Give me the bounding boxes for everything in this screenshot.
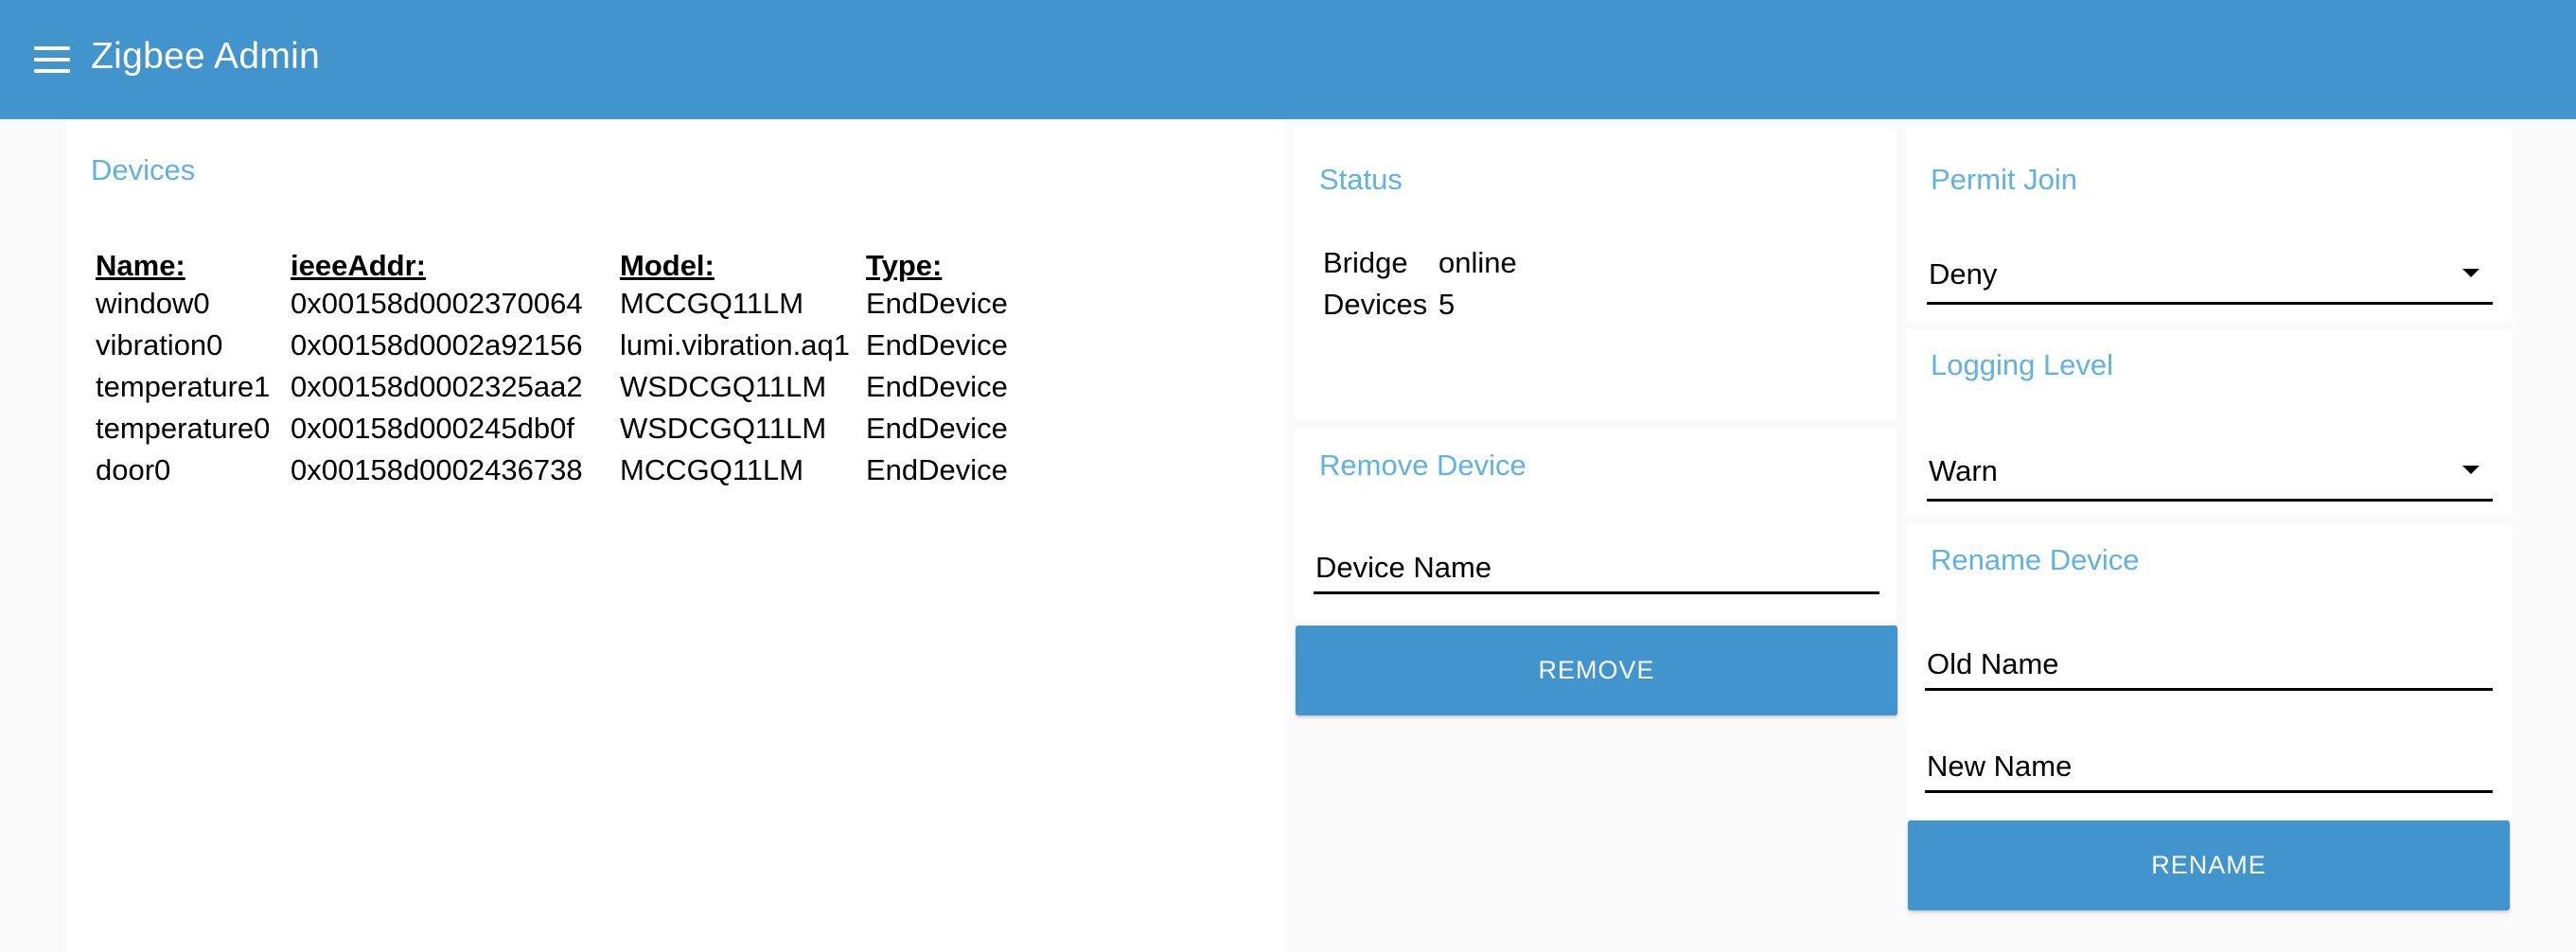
column-header-type: Type: bbox=[866, 249, 943, 282]
app-title: Zigbee Admin bbox=[91, 36, 321, 77]
device-model: lumi.vibration.aq1 bbox=[620, 328, 850, 361]
new-name-input[interactable] bbox=[1927, 746, 2476, 787]
device-name: door0 bbox=[96, 453, 171, 486]
permit-join-title: Permit Join bbox=[1931, 163, 2078, 196]
dropdown-arrow-icon bbox=[2462, 269, 2479, 277]
old-name-field[interactable] bbox=[1925, 636, 2493, 691]
status-devices-label: Devices bbox=[1323, 288, 1428, 321]
devices-table: Name: ieeeAddr: Model: Type: window0 0x0… bbox=[96, 240, 1015, 491]
device-model: MCCGQ11LM bbox=[620, 287, 804, 320]
table-row: window0 0x00158d0002370064 MCCGQ11LM End… bbox=[96, 283, 1015, 325]
remove-button[interactable]: REMOVE bbox=[1296, 626, 1897, 715]
logging-level-title: Logging Level bbox=[1931, 348, 2114, 381]
device-name: temperature1 bbox=[96, 370, 271, 403]
permit-join-card: Permit Join Deny bbox=[1906, 129, 2512, 322]
device-ieeeaddr: 0x00158d0002370064 bbox=[291, 287, 583, 320]
column-header-ieeeaddr: ieeeAddr: bbox=[291, 249, 426, 282]
column-header-model: Model: bbox=[620, 249, 715, 282]
device-name: vibration0 bbox=[96, 328, 223, 361]
status-title: Status bbox=[1319, 163, 1403, 196]
status-card: Status Bridge online Devices 5 bbox=[1295, 129, 1897, 420]
status-bridge-label: Bridge bbox=[1323, 246, 1408, 279]
new-name-field[interactable] bbox=[1925, 738, 2493, 793]
device-ieeeaddr: 0x00158d0002325aa2 bbox=[291, 370, 583, 403]
device-type: EndDevice bbox=[866, 328, 1008, 361]
status-bridge-row: Bridge online bbox=[1323, 246, 1517, 280]
device-ieeeaddr: 0x00158d000245db0f bbox=[291, 412, 574, 445]
remove-device-title: Remove Device bbox=[1319, 449, 1526, 482]
rename-device-title: Rename Device bbox=[1931, 543, 2140, 576]
device-type: EndDevice bbox=[866, 412, 1008, 445]
device-name: temperature0 bbox=[96, 412, 271, 445]
table-row: door0 0x00158d0002436738 MCCGQ11LM EndDe… bbox=[96, 450, 1015, 491]
device-name: window0 bbox=[96, 287, 210, 320]
devices-title: Devices bbox=[91, 153, 196, 186]
device-model: WSDCGQ11LM bbox=[620, 412, 827, 445]
column-header-name: Name: bbox=[96, 249, 185, 282]
device-model: WSDCGQ11LM bbox=[620, 370, 827, 403]
logging-level-value: Warn bbox=[1929, 454, 1998, 487]
status-devices-row: Devices 5 bbox=[1323, 288, 1455, 322]
old-name-input[interactable] bbox=[1927, 643, 2476, 685]
table-row: temperature1 0x00158d0002325aa2 WSDCGQ11… bbox=[96, 366, 1015, 408]
device-type: EndDevice bbox=[866, 370, 1008, 403]
device-name-input[interactable] bbox=[1315, 547, 1864, 589]
device-type: EndDevice bbox=[866, 453, 1008, 486]
table-row: temperature0 0x00158d000245db0f WSDCGQ11… bbox=[96, 408, 1015, 450]
app-bar: Zigbee Admin bbox=[0, 0, 2576, 119]
rename-button[interactable]: RENAME bbox=[1908, 820, 2510, 910]
status-bridge-value: online bbox=[1438, 246, 1517, 279]
device-name-field[interactable] bbox=[1314, 539, 1879, 594]
permit-join-value: Deny bbox=[1929, 257, 1998, 291]
device-model: MCCGQ11LM bbox=[620, 453, 804, 486]
permit-join-select[interactable]: Deny bbox=[1927, 248, 2493, 305]
devices-card: Devices Name: ieeeAddr: Model: Type: win… bbox=[66, 119, 1285, 952]
dropdown-arrow-icon bbox=[2462, 466, 2479, 474]
remove-device-card: Remove Device bbox=[1295, 428, 1897, 619]
device-ieeeaddr: 0x00158d0002a92156 bbox=[291, 328, 583, 361]
device-type: EndDevice bbox=[866, 287, 1008, 320]
logging-level-card: Logging Level Warn bbox=[1906, 329, 2512, 515]
device-ieeeaddr: 0x00158d0002436738 bbox=[291, 453, 583, 486]
status-devices-value: 5 bbox=[1438, 288, 1456, 321]
logging-level-select[interactable]: Warn bbox=[1927, 445, 2493, 502]
rename-device-card: Rename Device bbox=[1906, 524, 2512, 818]
table-row: vibration0 0x00158d0002a92156 lumi.vibra… bbox=[96, 325, 1015, 366]
table-header-row: Name: ieeeAddr: Model: Type: bbox=[96, 240, 1015, 283]
menu-icon[interactable] bbox=[34, 46, 70, 73]
